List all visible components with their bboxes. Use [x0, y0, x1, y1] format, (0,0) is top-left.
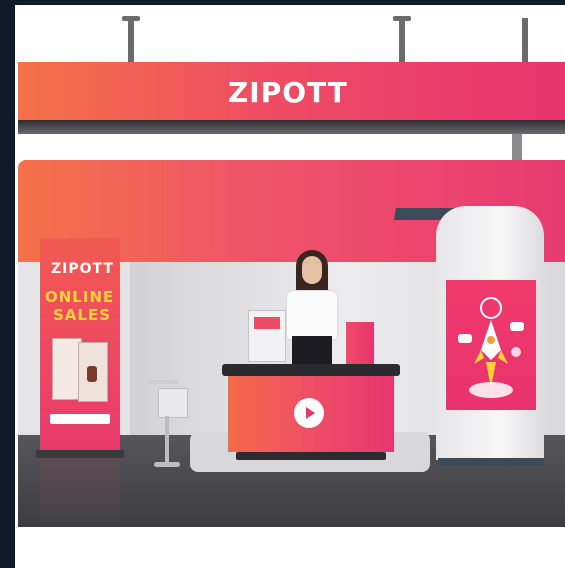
tower-base	[438, 458, 544, 466]
person-face	[302, 256, 322, 284]
tower-poster	[446, 280, 536, 410]
bottom-strip	[15, 527, 565, 568]
banner-headline-line1: ONLINE	[45, 288, 115, 306]
rocket-illustration	[458, 297, 524, 398]
banner-reflection	[40, 458, 120, 522]
counter-base	[236, 452, 386, 460]
product-box-figure	[87, 366, 97, 382]
banner-cta-bar	[50, 414, 110, 424]
hanging-rod	[393, 16, 411, 21]
brochure-stand-foot	[154, 462, 180, 467]
monitor-screen	[254, 317, 280, 329]
display-pedestal	[346, 322, 374, 368]
hanging-rod	[122, 16, 140, 21]
counter-top	[222, 364, 400, 376]
overhead-sign-underside	[18, 120, 565, 134]
person-torso	[286, 290, 338, 340]
play-icon	[294, 398, 324, 428]
banner-headline-line2: SALES	[53, 306, 112, 324]
exhibition-booth-scene: ZIPOTT ZIPOTT ONLINE SALES	[0, 0, 565, 568]
banner-base	[36, 450, 124, 458]
brochure-stand-pole	[165, 416, 169, 464]
counter-monitor	[248, 310, 286, 362]
rollup-banner: ZIPOTT ONLINE SALES	[40, 238, 120, 453]
hanging-rod	[128, 18, 134, 64]
hanging-rod	[522, 18, 528, 64]
overhead-sign: ZIPOTT	[18, 62, 565, 120]
banner-brand: ZIPOTT	[51, 261, 114, 277]
play-icon-glyph	[306, 407, 315, 419]
reception-counter	[228, 376, 394, 452]
overhead-sign-text: ZIPOTT	[228, 76, 348, 109]
hanging-rod	[399, 18, 405, 64]
brochure-stand-holder	[158, 388, 188, 418]
brochure-stand	[148, 380, 178, 384]
